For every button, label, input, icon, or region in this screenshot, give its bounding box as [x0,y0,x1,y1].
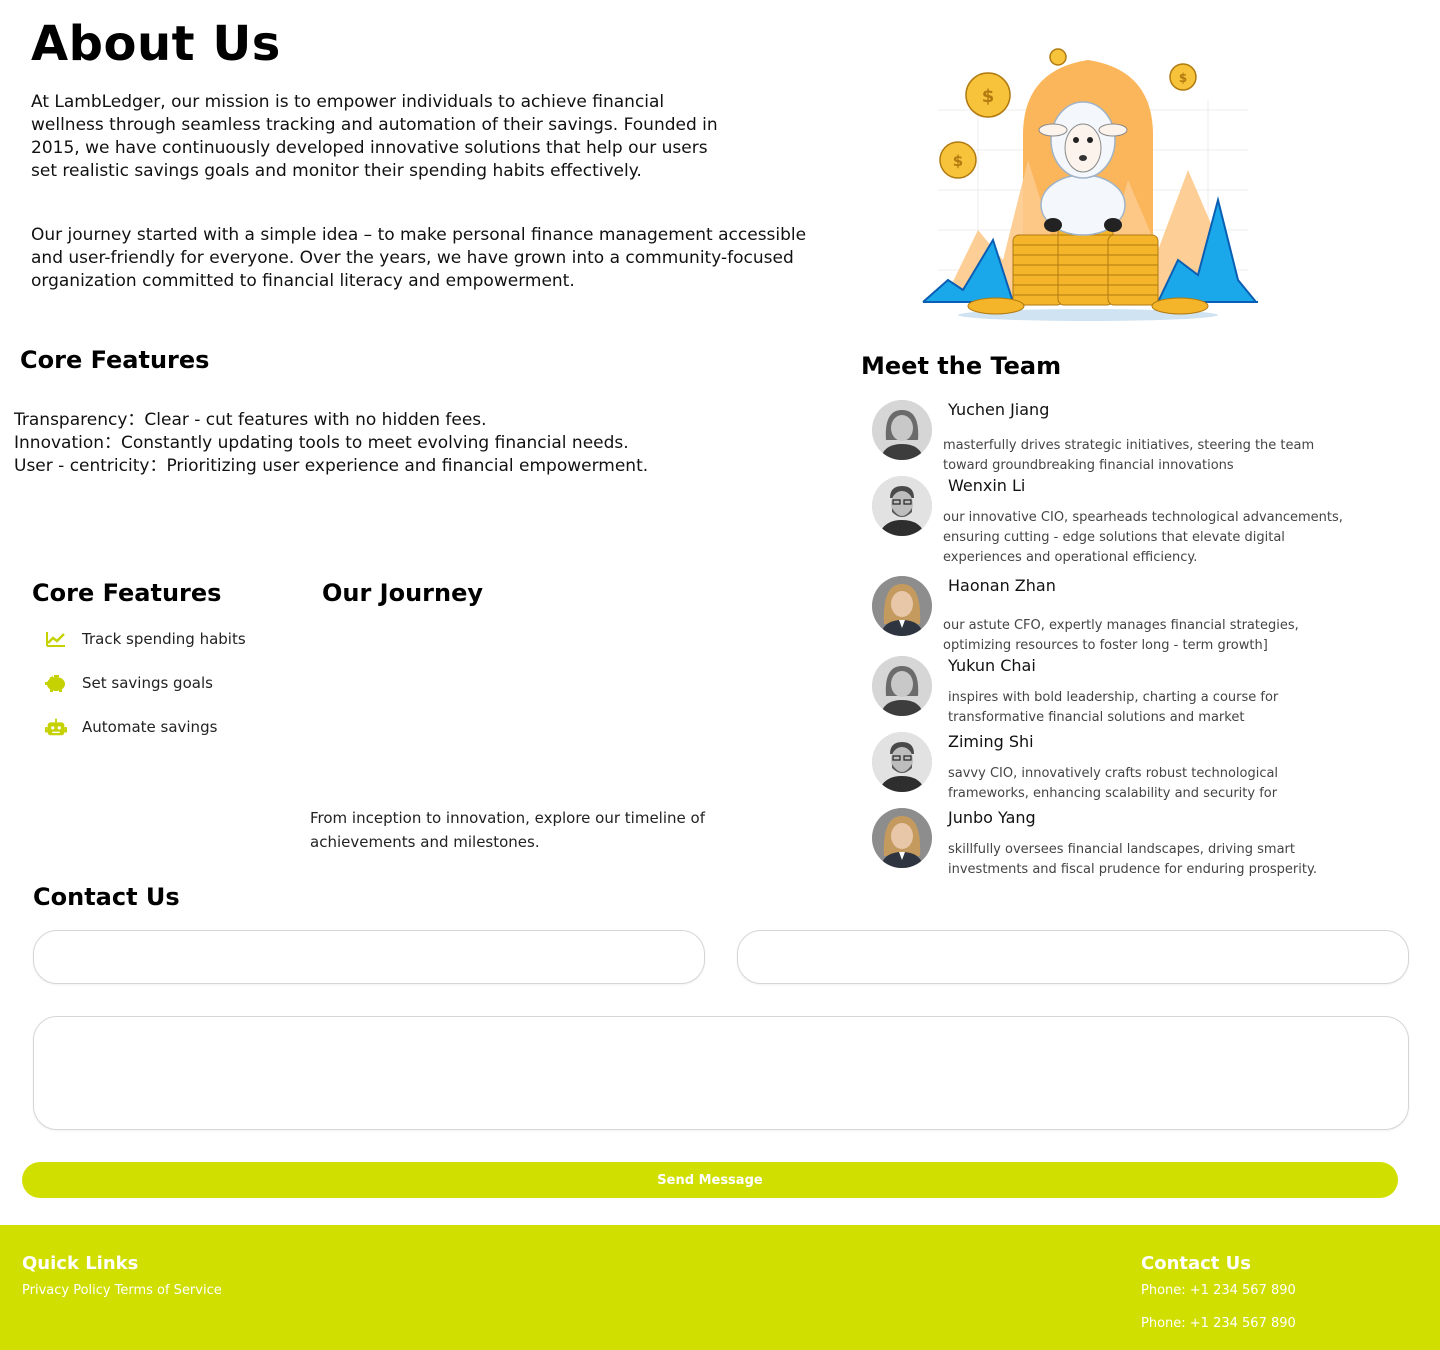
core-features-list-heading: Core Features [32,579,222,607]
contact-heading: Contact Us [33,883,180,911]
member-description: masterfully drives strategic initiatives… [943,438,1315,473]
terms-of-service-link[interactable]: Terms of Service [115,1283,222,1298]
feature-label: User - centricity： [14,456,167,476]
email-input[interactable] [738,931,1408,983]
feature-row: Innovation：Constantly updating tools to … [14,432,648,455]
member-description: our innovative CIO, spearheads technolog… [943,510,1343,565]
name-input[interactable] [34,931,704,983]
member-name: Ziming Shi [948,732,1034,751]
member-description: inspires with bold leadership, charting … [948,690,1279,725]
core-features-list: Track spending habits Set savings goals … [44,628,246,760]
footer-phone: Phone: +1 234 567 890 [1141,1316,1296,1331]
feature-row: Transparency：Clear - cut features with n… [14,409,648,432]
avatar [872,808,932,868]
about-intro: At LambLedger, our mission is to empower… [31,92,718,181]
team-heading: Meet the Team [861,352,1062,380]
journey-text: From inception to innovation, explore ou… [310,809,705,851]
core-features-heading: Core Features [20,346,210,374]
quick-links-heading: Quick Links [22,1253,139,1274]
feature-description: Clear - cut features with no hidden fees… [144,410,487,430]
feature-item-label: Track spending habits [82,630,246,648]
footer: Quick Links Privacy Policy Terms of Servi… [0,1225,1440,1350]
feature-item-label: Automate savings [82,718,218,736]
avatar [872,400,932,460]
robot-icon [44,716,68,738]
feature-description: Prioritizing user experience and financi… [166,456,649,476]
privacy-policy-link[interactable]: Privacy Policy [22,1283,111,1298]
member-description: skillfully oversees financial landscapes… [948,842,1317,877]
email-field-wrapper [737,930,1409,984]
feature-item-automate-savings: Automate savings [44,716,246,738]
footer-phone: Phone: +1 234 567 890 [1141,1283,1296,1298]
feature-item-savings-goals: Set savings goals [44,672,246,694]
feature-item-label: Set savings goals [82,674,213,692]
member-description: our astute CFO, expertly manages financi… [943,618,1299,653]
piggy-bank-icon [44,672,68,694]
hero-illustration: $ $ $ [918,40,1263,325]
lamb-coins-illustration: $ $ $ [922,48,1258,321]
avatar [872,476,932,536]
member-description: savvy CIO, innovatively crafts robust te… [948,766,1279,801]
feature-row: User - centricity：Prioritizing user expe… [14,455,648,478]
member-name: Junbo Yang [948,808,1036,827]
journey-heading: Our Journey [322,579,484,607]
quick-links: Privacy Policy Terms of Service [22,1283,226,1298]
footer-contact-heading: Contact Us [1141,1253,1252,1274]
avatar [872,576,932,636]
send-message-button[interactable]: Send Message [22,1162,1398,1198]
feature-label: Innovation： [14,433,122,453]
avatar [872,656,932,716]
svg-text:$: $ [953,152,963,170]
svg-text:$: $ [982,86,995,107]
message-textarea[interactable] [34,1017,1408,1129]
member-name: Haonan Zhan [948,576,1056,595]
feature-description: Constantly updating tools to meet evolvi… [121,433,629,453]
member-name: Yukun Chai [948,656,1036,675]
chart-line-icon [44,628,68,650]
core-features-text: Transparency：Clear - cut features with n… [14,409,648,478]
page-title: About Us [31,16,281,72]
message-field-wrapper [33,1016,1409,1130]
svg-text:$: $ [1179,71,1187,85]
feature-item-track-spending: Track spending habits [44,628,246,650]
about-journey-paragraph: Our journey started with a simple idea –… [31,225,807,291]
name-field-wrapper [33,930,705,984]
avatar [872,732,932,792]
member-name: Wenxin Li [948,476,1026,495]
member-name: Yuchen Jiang [948,400,1050,419]
feature-label: Transparency： [14,410,145,430]
